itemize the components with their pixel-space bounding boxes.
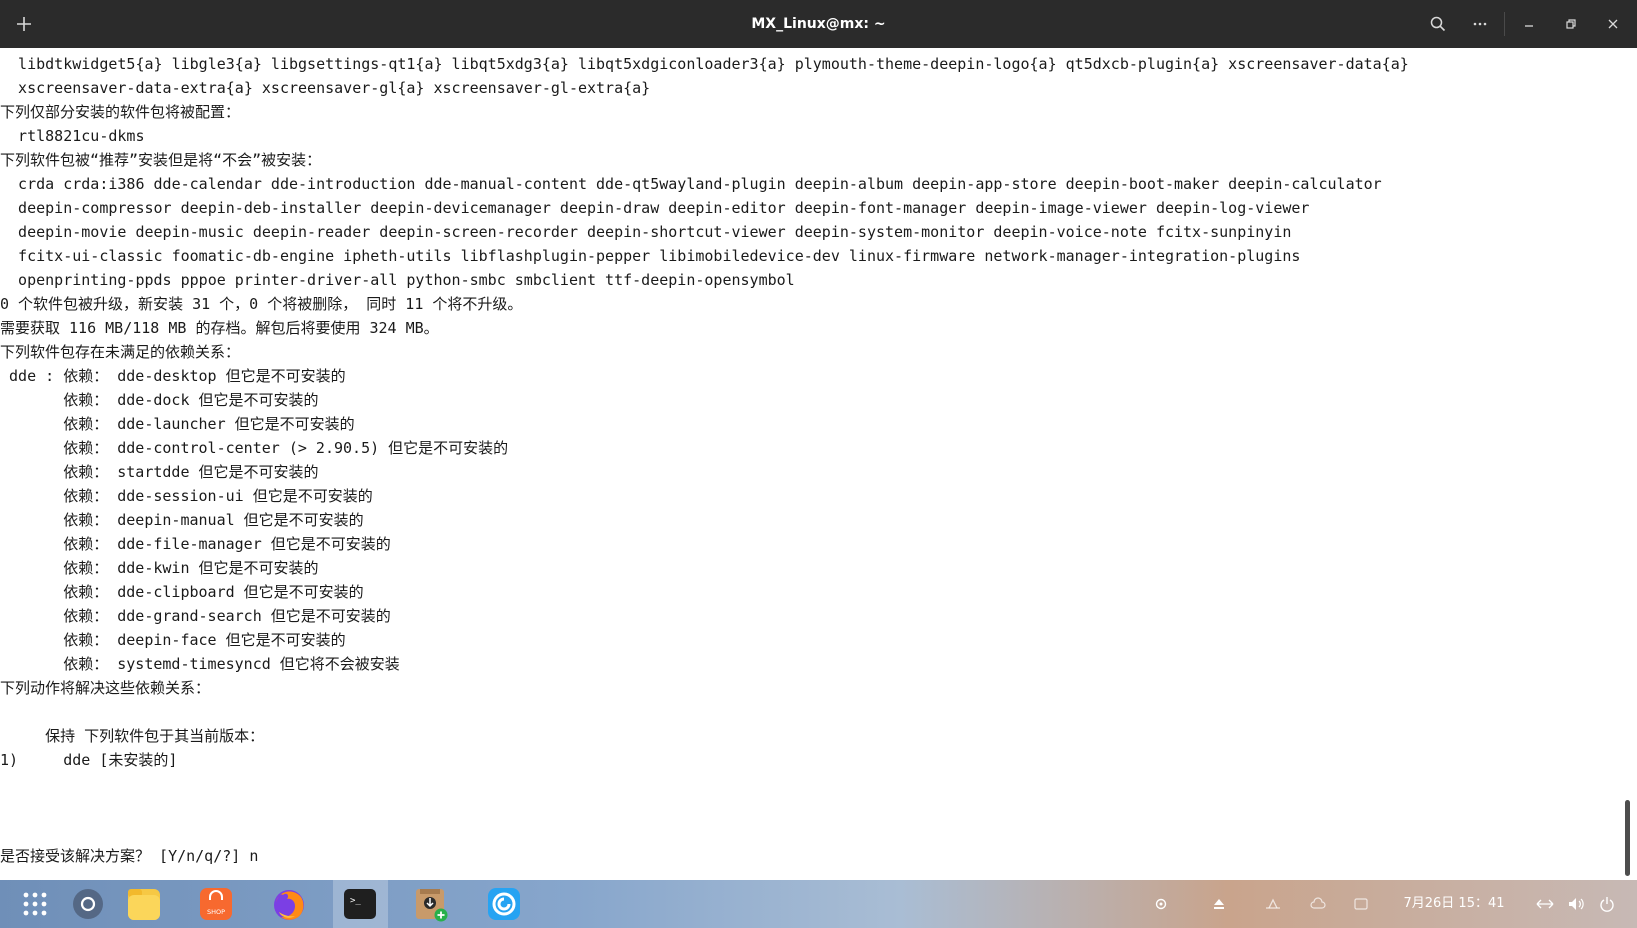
launcher-button[interactable] bbox=[15, 884, 55, 924]
terminal-line: 依赖： dde-grand-search 但它是不可安装的 bbox=[0, 607, 391, 625]
terminal-line: fcitx-ui-classic foomatic-db-engine iphe… bbox=[0, 247, 1301, 265]
terminal-line: deepin-compressor deepin-deb-installer d… bbox=[0, 199, 1310, 217]
volume-icon bbox=[1569, 898, 1584, 910]
terminal-line: 依赖： deepin-manual 但它是不可安装的 bbox=[0, 511, 364, 529]
terminal-line: rtl8821cu-dkms bbox=[0, 127, 145, 145]
browser-button[interactable] bbox=[484, 884, 524, 924]
terminal-text: libdtkwidget5{a} libgle3{a} libgsettings… bbox=[0, 48, 1620, 868]
terminal-line: 依赖： dde-launcher 但它是不可安装的 bbox=[0, 415, 355, 433]
firefox-button[interactable] bbox=[269, 884, 309, 924]
tray-network-button[interactable] bbox=[1262, 880, 1284, 928]
terminal-line: 依赖： dde-kwin 但它是不可安装的 bbox=[0, 559, 319, 577]
svg-text:SHOP: SHOP bbox=[207, 908, 225, 916]
tray-power-button[interactable] bbox=[1596, 880, 1618, 928]
terminal-line: libdtkwidget5{a} libgle3{a} libgsettings… bbox=[0, 55, 1409, 73]
scrollbar-thumb[interactable] bbox=[1625, 800, 1630, 876]
file-manager-button[interactable] bbox=[124, 884, 164, 924]
terminal-line: 0 个软件包被升级，新安装 31 个，0 个将被删除， 同时 11 个将不升级。 bbox=[0, 295, 523, 313]
terminal-line: deepin-movie deepin-music deepin-reader … bbox=[0, 223, 1292, 241]
search-button[interactable] bbox=[1418, 0, 1458, 48]
restore-icon bbox=[1566, 19, 1576, 29]
terminal-line: 依赖： deepin-face 但它是不可安装的 bbox=[0, 631, 346, 649]
window-title: MX_Linux@mx: ~ bbox=[751, 16, 886, 32]
tray-cloud-button[interactable] bbox=[1307, 880, 1329, 928]
tray-connection-button[interactable] bbox=[1534, 880, 1556, 928]
minimize-icon bbox=[1525, 25, 1533, 27]
terminal-line: crda crda:i386 dde-calendar dde-introduc… bbox=[0, 175, 1382, 193]
firefox-icon bbox=[274, 890, 304, 920]
connection-icon bbox=[1536, 899, 1554, 909]
more-options-button[interactable] bbox=[1460, 0, 1500, 48]
terminal-line: 依赖： dde-control-center (> 2.90.5) 但它是不可安… bbox=[0, 439, 509, 457]
terminal-line: 需要获取 116 MB/118 MB 的存档。解包后将要使用 324 MB。 bbox=[0, 319, 439, 337]
terminal-line: 依赖： dde-session-ui 但它是不可安装的 bbox=[0, 487, 373, 505]
terminal-line: 保持 下列软件包于其当前版本： bbox=[0, 727, 265, 745]
terminal-line: 下列仅部分安装的软件包将被配置： bbox=[0, 103, 241, 121]
terminal-button[interactable]: >_ bbox=[340, 884, 380, 924]
close-icon bbox=[1608, 19, 1618, 29]
notification-icon bbox=[1354, 898, 1368, 910]
terminal-line: 依赖： startdde 但它是不可安装的 bbox=[0, 463, 319, 481]
svg-text:>_: >_ bbox=[350, 896, 361, 906]
browser-icon bbox=[488, 888, 520, 920]
tray-volume-button[interactable] bbox=[1565, 880, 1587, 928]
terminal-line: xscreensaver-data-extra{a} xscreensaver-… bbox=[0, 79, 651, 97]
circle-icon bbox=[73, 889, 103, 919]
terminal-scrollbar[interactable] bbox=[1622, 48, 1632, 880]
network-icon bbox=[1266, 898, 1280, 909]
terminal-icon: >_ bbox=[344, 889, 376, 919]
cloud-icon bbox=[1310, 897, 1326, 909]
terminal-output[interactable]: libdtkwidget5{a} libgle3{a} libgsettings… bbox=[0, 48, 1620, 880]
terminal-line: 依赖： systemd-timesyncd 但它将不会被安装 bbox=[0, 655, 400, 673]
taskbar: SHOP >_ 7月26日 15：41 bbox=[0, 880, 1637, 928]
tray-settings-button[interactable] bbox=[1150, 880, 1172, 928]
power-icon bbox=[1600, 897, 1614, 912]
app-store-button[interactable]: SHOP bbox=[196, 884, 236, 924]
terminal-line: 1) dde [未安装的] bbox=[0, 751, 178, 769]
gear-icon bbox=[1155, 898, 1167, 910]
close-button[interactable] bbox=[1593, 0, 1633, 48]
grid-icon bbox=[23, 892, 47, 916]
multitask-button[interactable] bbox=[68, 884, 108, 924]
minimize-button[interactable] bbox=[1509, 0, 1549, 48]
terminal-line: 是否接受该解决方案？ [Y/n/q/?] n bbox=[0, 847, 259, 865]
taskbar-clock[interactable]: 7月26日 15：41 bbox=[1394, 880, 1514, 928]
terminal-line: 依赖： dde-clipboard 但它是不可安装的 bbox=[0, 583, 364, 601]
search-icon bbox=[1430, 16, 1446, 32]
terminal-window: MX_Linux@mx: ~ libdtkwidget5{a} libgle3{… bbox=[0, 0, 1637, 880]
eject-icon bbox=[1214, 899, 1224, 909]
terminal-line: dde : 依赖： dde-desktop 但它是不可安装的 bbox=[0, 367, 346, 385]
terminal-line: 下列软件包存在未满足的依赖关系： bbox=[0, 343, 241, 361]
terminal-line: 下列软件包被“推荐”安装但是将“不会”被安装： bbox=[0, 151, 322, 169]
package-installer-button[interactable] bbox=[411, 884, 451, 924]
tray-eject-button[interactable] bbox=[1208, 880, 1230, 928]
shop-icon: SHOP bbox=[200, 888, 232, 920]
package-installer-icon bbox=[416, 889, 448, 922]
terminal-line: 下列动作将解决这些依赖关系： bbox=[0, 679, 211, 697]
terminal-line: 依赖： dde-file-manager 但它是不可安装的 bbox=[0, 535, 391, 553]
terminal-line: 依赖： dde-dock 但它是不可安装的 bbox=[0, 391, 319, 409]
terminal-line: openprinting-ppds pppoe printer-driver-a… bbox=[0, 271, 795, 289]
plus-icon bbox=[17, 17, 31, 31]
new-tab-button[interactable] bbox=[4, 0, 44, 48]
tray-notification-button[interactable] bbox=[1350, 880, 1372, 928]
folder-icon bbox=[128, 889, 160, 920]
maximize-button[interactable] bbox=[1551, 0, 1591, 48]
more-icon bbox=[1473, 22, 1487, 26]
titlebar-divider bbox=[1504, 12, 1505, 36]
title-bar: MX_Linux@mx: ~ bbox=[0, 0, 1637, 48]
